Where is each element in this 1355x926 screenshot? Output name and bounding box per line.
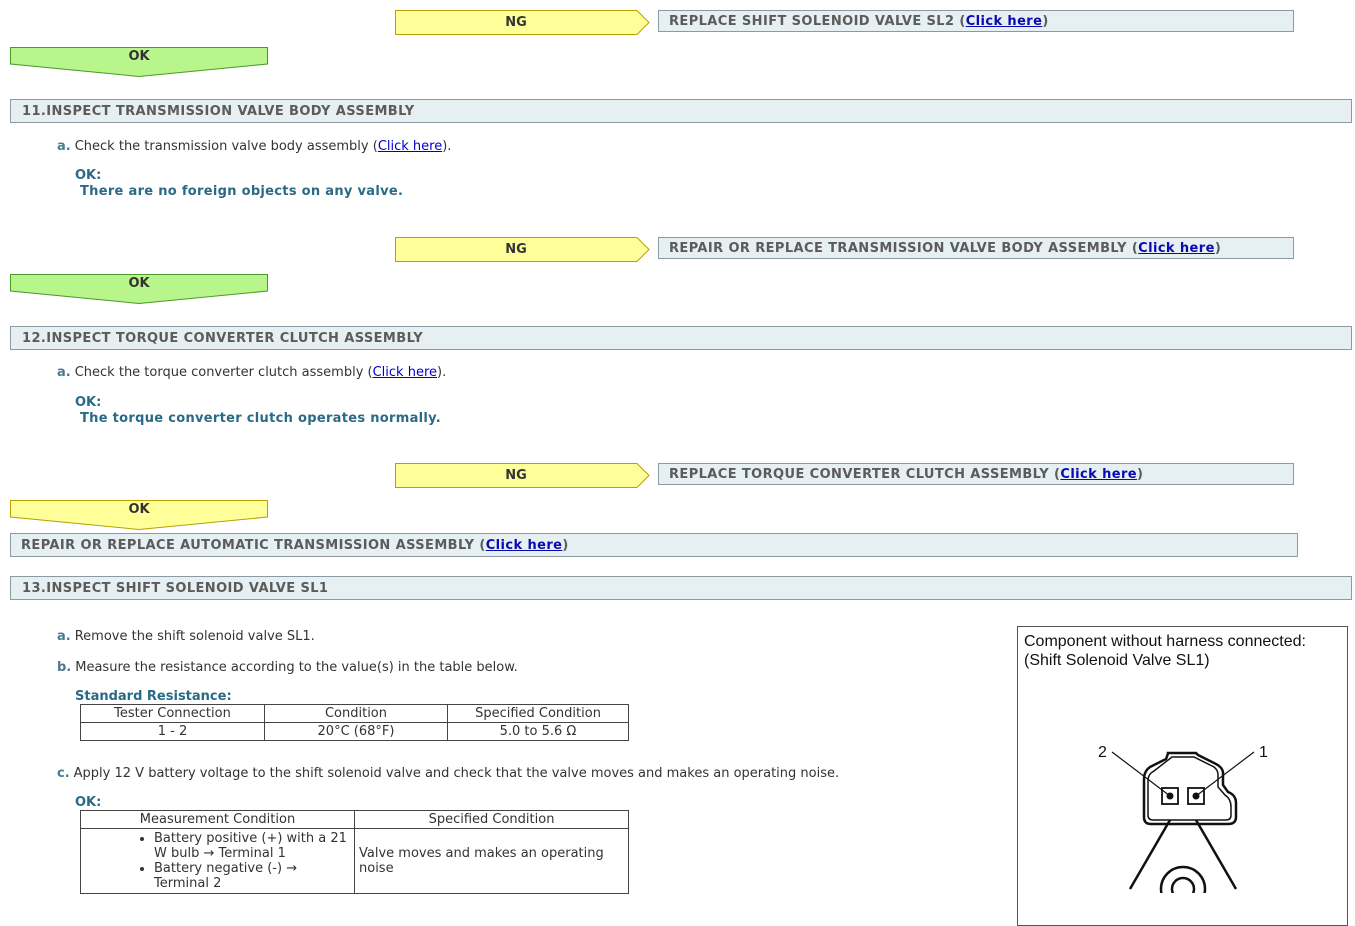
step-letter: b.	[57, 660, 72, 675]
ng-label: NG	[505, 15, 527, 30]
list-item: Battery negative (-) → Terminal 2	[154, 861, 350, 891]
ng-result-text: REPAIR OR REPLACE TRANSMISSION VALVE BOD…	[669, 241, 1139, 256]
table-header-cell: Condition	[264, 704, 448, 723]
click-here-link[interactable]: Click here	[373, 365, 437, 380]
table-header-cell: Specified Condition	[447, 704, 629, 723]
click-here-link[interactable]: Click here	[1138, 241, 1215, 256]
ok-label: OK	[128, 502, 150, 517]
ok-title: OK:	[75, 795, 102, 810]
pin-2-label: 2	[1098, 744, 1107, 761]
step-text: Measure the resistance according to the …	[75, 660, 518, 675]
step-letter: c.	[57, 766, 70, 781]
click-here-link[interactable]: Click here	[486, 538, 563, 553]
click-here-link[interactable]: Click here	[966, 14, 1043, 29]
ng-result-box: REPLACE TORQUE CONVERTER CLUTCH ASSEMBLY…	[658, 463, 1294, 485]
ng-arrow: NG	[395, 237, 650, 262]
component-figure: Component without harness connected: (Sh…	[1017, 626, 1348, 926]
resistance-table: Tester Connection Condition Specified Co…	[80, 704, 629, 741]
ng-result-text: REPLACE TORQUE CONVERTER CLUTCH ASSEMBLY…	[669, 467, 1061, 482]
step-text: Check the torque converter clutch assemb…	[74, 365, 373, 380]
ng-label: NG	[505, 242, 527, 257]
table-header-cell: Specified Condition	[354, 810, 629, 829]
click-here-link[interactable]: Click here	[1060, 467, 1137, 482]
step-13c: c. Apply 12 V battery voltage to the shif…	[57, 766, 839, 781]
step-13a: a. Remove the shift solenoid valve SL1.	[57, 629, 315, 644]
step-13b: b. Measure the resistance according to th…	[57, 660, 518, 675]
step-letter: a.	[57, 139, 71, 154]
section-12-header: 12.INSPECT TORQUE CONVERTER CLUTCH ASSEM…	[10, 326, 1352, 350]
section-11-header: 11.INSPECT TRANSMISSION VALVE BODY ASSEM…	[10, 99, 1352, 123]
ok-title: OK:	[75, 395, 102, 410]
solenoid-connector-drawing: 2 1	[1098, 744, 1268, 893]
step-12a: a. Check the torque converter clutch asse…	[57, 365, 447, 380]
ng-arrow: NG	[395, 10, 650, 35]
ok-arrow: OK	[10, 274, 268, 305]
section-13-header: 13.INSPECT SHIFT SOLENOID VALVE SL1	[10, 576, 1352, 600]
step-text: Apply 12 V battery voltage to the shift …	[73, 766, 840, 781]
ng-result-text: REPLACE SHIFT SOLENOID VALVE SL2 (	[669, 14, 966, 29]
table-row: 1 - 2 20°C (68°F) 5.0 to 5.6 Ω	[80, 722, 629, 741]
table-header-row: Tester Connection Condition Specified Co…	[80, 704, 629, 723]
ok-arrow-yellow: OK	[10, 500, 268, 531]
operation-table: Measurement Condition Specified Conditio…	[80, 810, 629, 894]
ng-arrow: NG	[395, 463, 650, 488]
table-cell: 1 - 2	[80, 722, 265, 741]
step-letter: a.	[57, 629, 71, 644]
pin-1-label: 1	[1259, 744, 1268, 761]
step-letter: a.	[57, 365, 71, 380]
step-text: Remove the shift solenoid valve SL1.	[74, 629, 315, 644]
table-header-cell: Measurement Condition	[80, 810, 355, 829]
table-header-cell: Tester Connection	[80, 704, 265, 723]
step-text: Check the transmission valve body assemb…	[74, 139, 378, 154]
ok-title: OK:	[75, 168, 102, 183]
standard-resistance-title: Standard Resistance:	[75, 689, 232, 704]
ok-description: The torque converter clutch operates nor…	[80, 411, 441, 426]
table-header-row: Measurement Condition Specified Conditio…	[80, 810, 629, 829]
table-row: Battery positive (+) with a 21 W bulb → …	[80, 828, 629, 894]
ok-label: OK	[128, 49, 150, 64]
ng-label: NG	[505, 468, 527, 483]
table-cell: Valve moves and makes an operating noise	[354, 828, 629, 894]
final-result-text: REPAIR OR REPLACE AUTOMATIC TRANSMISSION…	[21, 538, 486, 553]
table-cell: 5.0 to 5.6 Ω	[447, 722, 629, 741]
ng-result-box: REPAIR OR REPLACE TRANSMISSION VALVE BOD…	[658, 237, 1294, 259]
final-result-box: REPAIR OR REPLACE AUTOMATIC TRANSMISSION…	[10, 533, 1298, 557]
step-11a: a. Check the transmission valve body asse…	[57, 139, 452, 154]
ok-arrow: OK	[10, 47, 268, 78]
table-cell: 20°C (68°F)	[264, 722, 448, 741]
condition-list: Battery positive (+) with a 21 W bulb → …	[81, 831, 350, 891]
ok-label: OK	[128, 276, 150, 291]
click-here-link[interactable]: Click here	[378, 139, 442, 154]
list-item: Battery positive (+) with a 21 W bulb → …	[154, 831, 350, 861]
ok-description: There are no foreign objects on any valv…	[80, 184, 404, 199]
ng-result-box: REPLACE SHIFT SOLENOID VALVE SL2 (Click …	[658, 10, 1294, 32]
table-cell: Battery positive (+) with a 21 W bulb → …	[80, 828, 355, 894]
